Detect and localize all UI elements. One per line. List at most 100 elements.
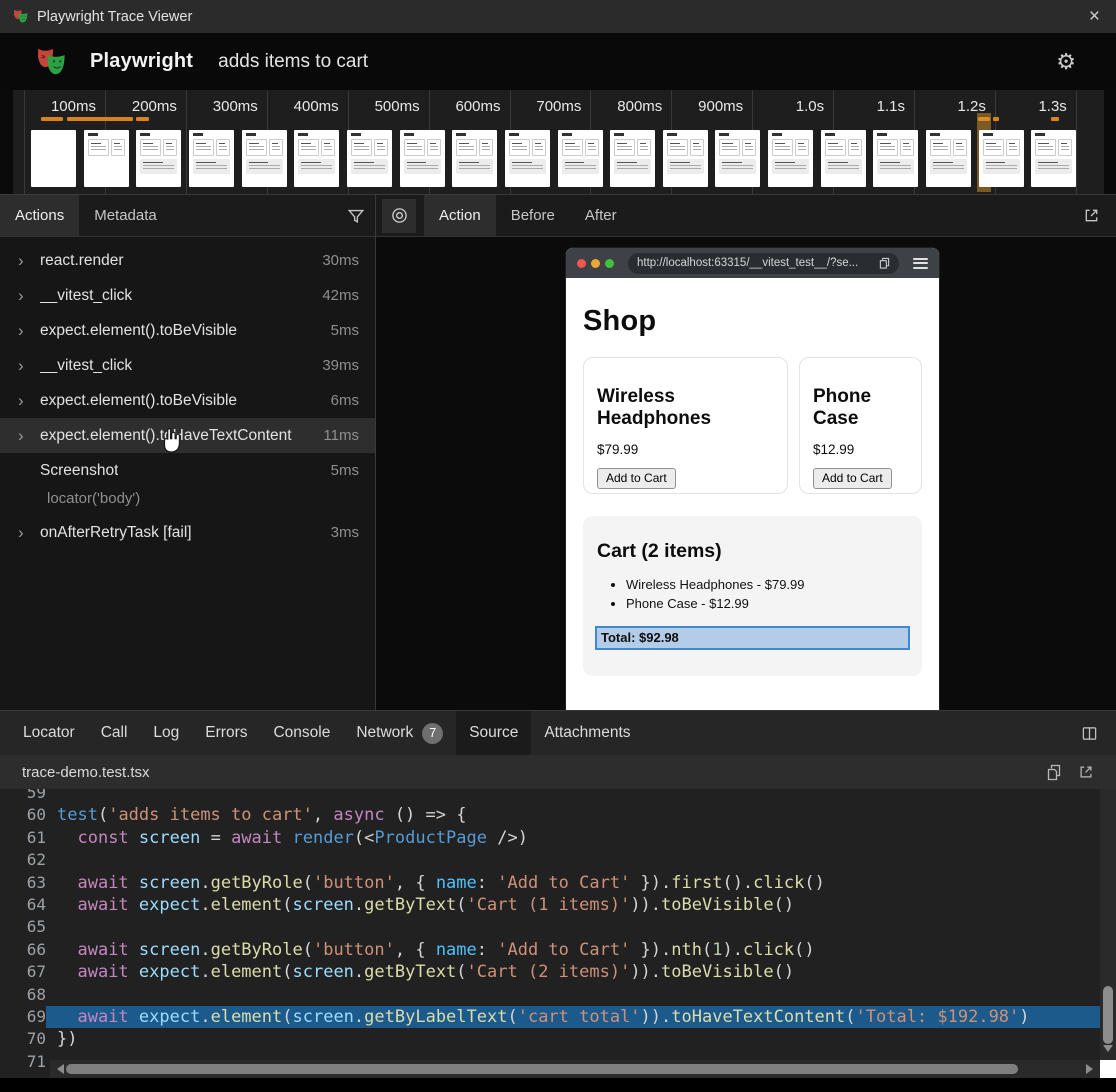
gear-icon[interactable]: ⚙ xyxy=(1056,51,1076,73)
scroll-down-arrow-icon[interactable] xyxy=(1103,1045,1113,1057)
horizontal-scroll-thumb[interactable] xyxy=(66,1064,1018,1074)
tab-source[interactable]: Source xyxy=(456,711,531,755)
add-to-cart-button[interactable]: Add to Cart xyxy=(813,468,892,489)
filter-icon[interactable] xyxy=(337,195,375,236)
chevron-right-icon[interactable]: › xyxy=(18,252,29,269)
tab-action[interactable]: Action xyxy=(424,195,496,236)
action-title: __vitest_click xyxy=(40,357,132,375)
tab-after[interactable]: After xyxy=(570,195,632,236)
timeline-screenshot-frame[interactable] xyxy=(189,130,234,187)
timeline-screenshot-frame[interactable] xyxy=(136,130,181,187)
timeline-screenshot-frame[interactable] xyxy=(821,130,866,187)
tab-actions[interactable]: Actions xyxy=(0,195,79,236)
tab-label: Network xyxy=(356,724,413,742)
frame-mini-card xyxy=(1006,139,1020,156)
source-filebar: trace-demo.test.tsx xyxy=(0,755,1116,789)
timeline-screenshot-frame[interactable] xyxy=(926,130,971,187)
actions-tabbar: ActionsMetadata xyxy=(0,195,375,237)
cart-item: Wireless Headphones - $79.99 xyxy=(626,576,910,595)
tab-attachments[interactable]: Attachments xyxy=(531,711,643,755)
timeline-screenshot-frame[interactable] xyxy=(873,130,918,187)
action-list-item[interactable]: ›__vitest_click42ms xyxy=(0,278,375,313)
timeline-screenshot-frame[interactable] xyxy=(242,130,287,187)
frame-mini-card xyxy=(246,139,267,156)
split-view-icon[interactable] xyxy=(1070,711,1108,755)
action-list-item[interactable]: ›expect.element().toBeVisible6ms xyxy=(0,383,375,418)
pick-locator-target-icon[interactable] xyxy=(382,199,416,233)
network-count-badge: 7 xyxy=(422,723,443,744)
chevron-right-icon[interactable]: › xyxy=(18,392,29,409)
action-list-item[interactable]: ›expect.element().toBeVisible5ms xyxy=(0,313,375,348)
chevron-right-icon[interactable]: › xyxy=(18,524,29,541)
tab-console[interactable]: Console xyxy=(260,711,343,755)
tab-metadata[interactable]: Metadata xyxy=(79,195,172,236)
timeline-screenshot-frame[interactable] xyxy=(400,130,445,187)
scroll-left-arrow-icon[interactable] xyxy=(52,1064,64,1074)
chevron-right-icon[interactable]: › xyxy=(18,287,29,304)
action-list-item[interactable]: ›onAfterRetryTask [fail]3ms xyxy=(0,515,375,550)
chevron-right-icon[interactable]: › xyxy=(18,427,29,444)
timeline-screenshot-frame[interactable] xyxy=(979,130,1024,187)
timeline-track[interactable]: 100ms200ms300ms400ms500ms600ms700ms800ms… xyxy=(13,90,1104,194)
chevron-right-icon[interactable]: › xyxy=(18,322,29,339)
tab-errors[interactable]: Errors xyxy=(192,711,260,755)
timeline-screenshot-frame[interactable] xyxy=(558,130,603,187)
source-code-view: 5960test('adds items to cart', async () … xyxy=(0,789,1116,1078)
timeline-screenshot-frame[interactable] xyxy=(768,130,813,187)
tab-locator[interactable]: Locator xyxy=(10,711,88,755)
tab-before[interactable]: Before xyxy=(496,195,570,236)
chevron-right-icon[interactable]: › xyxy=(18,357,29,374)
copy-source-icon[interactable] xyxy=(1038,764,1070,781)
code-horizontal-scrollbar[interactable] xyxy=(50,1060,1100,1078)
frame-mini-cart xyxy=(930,159,967,174)
tab-label: Call xyxy=(101,724,128,742)
product-card: Phone Case$12.99Add to Cart xyxy=(799,357,922,494)
action-duration: 39ms xyxy=(322,357,359,374)
action-list-item[interactable]: Screenshot5ms xyxy=(0,453,375,488)
add-to-cart-button[interactable]: Add to Cart xyxy=(597,468,676,489)
frame-mini-products xyxy=(246,139,283,156)
action-list-item[interactable]: ›react.render30ms xyxy=(0,243,375,278)
tab-log[interactable]: Log xyxy=(140,711,192,755)
tab-label: Console xyxy=(273,724,330,742)
close-icon[interactable]: × xyxy=(1085,7,1104,26)
snapshot-area: http://localhost:63315/__vitest_test__/?… xyxy=(376,237,1116,710)
frame-mini-card xyxy=(479,139,493,156)
timeline-screenshot-frame[interactable] xyxy=(84,130,129,187)
timeline-screenshot-frame[interactable] xyxy=(663,130,708,187)
timeline-screenshot-frame[interactable] xyxy=(505,130,550,187)
timeline-tick-label: 500ms xyxy=(375,98,420,115)
snapshot-tabbar: ActionBeforeAfter xyxy=(376,195,1116,237)
line-number: 67 xyxy=(0,961,46,983)
timeline-duration-bar xyxy=(41,117,63,121)
browser-menu-icon[interactable] xyxy=(913,255,928,271)
code-text xyxy=(46,984,1100,1006)
copy-url-icon[interactable] xyxy=(879,257,890,269)
code-vertical-scrollbar[interactable] xyxy=(1100,789,1116,1060)
timeline-screenshot-frame[interactable] xyxy=(610,130,655,187)
frame-mini-products xyxy=(456,139,493,156)
timeline[interactable]: 100ms200ms300ms400ms500ms600ms700ms800ms… xyxy=(0,90,1116,195)
action-list-item[interactable]: ›expect.element().toHaveTextContent11ms xyxy=(0,418,375,453)
code-line: 66 await screen.getByRole('button', { na… xyxy=(0,939,1100,961)
timeline-screenshot-frame[interactable] xyxy=(31,130,76,187)
vertical-scroll-thumb[interactable] xyxy=(1103,986,1113,1044)
source-file-name: trace-demo.test.tsx xyxy=(22,764,150,781)
timeline-screenshot-frame[interactable] xyxy=(294,130,339,187)
action-list-item[interactable]: › __vitest_click 39ms xyxy=(0,348,375,383)
open-snapshot-external-icon[interactable] xyxy=(1072,195,1110,236)
timeline-duration-bar xyxy=(67,117,133,121)
tab-network[interactable]: Network 7 xyxy=(343,711,456,755)
frame-mini-card xyxy=(140,139,161,156)
open-source-external-icon[interactable] xyxy=(1070,764,1102,780)
frame-mini-title xyxy=(1035,133,1045,136)
tab-call[interactable]: Call xyxy=(88,711,141,755)
timeline-screenshot-frame[interactable] xyxy=(1031,130,1076,187)
action-duration: 3ms xyxy=(331,524,359,541)
timeline-screenshot-frame[interactable] xyxy=(715,130,760,187)
timeline-screenshot-frame[interactable] xyxy=(452,130,497,187)
scroll-right-arrow-icon[interactable] xyxy=(1086,1064,1098,1074)
frame-mini-cart xyxy=(772,159,809,174)
timeline-tick-label: 1.1s xyxy=(877,98,905,115)
timeline-screenshot-frame[interactable] xyxy=(347,130,392,187)
